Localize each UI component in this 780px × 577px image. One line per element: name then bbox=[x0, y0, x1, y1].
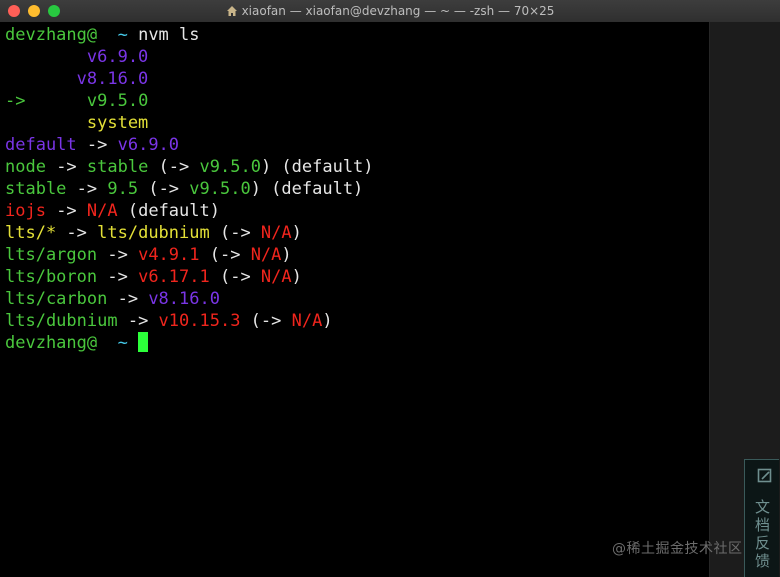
terminal-text: -> bbox=[76, 135, 118, 155]
title-bar[interactable]: xiaofan — xiaofan@devzhang — ~ — -zsh — … bbox=[0, 0, 780, 23]
terminal-line: v8.16.0 bbox=[5, 68, 374, 90]
terminal-text: (-> bbox=[209, 223, 261, 243]
terminal-text: (-> bbox=[199, 245, 251, 265]
prompt-directory: ~ bbox=[97, 333, 139, 353]
terminal-text: ) bbox=[322, 311, 333, 331]
terminal-text: ~ bbox=[97, 25, 139, 45]
terminal-text: v10.15.3 bbox=[158, 311, 241, 331]
terminal-line: default -> v6.9.0 bbox=[5, 134, 374, 156]
terminal-text: (default) bbox=[117, 201, 220, 221]
terminal-text: lts/* bbox=[5, 223, 57, 243]
terminal-text: v6.9.0 bbox=[5, 47, 149, 67]
terminal-text: N/A bbox=[250, 245, 282, 265]
terminal-text: v8.16.0 bbox=[148, 289, 220, 309]
terminal-text: (-> bbox=[209, 267, 261, 287]
prompt-user: devzhang@ bbox=[5, 333, 98, 353]
terminal-text: v9.5.0 bbox=[189, 179, 251, 199]
feedback-widget[interactable]: 文档反馈 bbox=[744, 459, 779, 577]
terminal-text: lts/boron bbox=[5, 267, 98, 287]
terminal-text: ) (default) bbox=[250, 179, 364, 199]
terminal-window: xiaofan — xiaofan@devzhang — ~ — -zsh — … bbox=[0, 0, 780, 577]
terminal-line: lts/boron -> v6.17.1 (-> N/A) bbox=[5, 266, 374, 288]
terminal-text: v6.9.0 bbox=[117, 135, 180, 155]
feedback-label: 文档反馈 bbox=[755, 498, 771, 570]
terminal-text: N/A bbox=[260, 267, 292, 287]
prompt-line[interactable]: devzhang@ ~ bbox=[5, 332, 374, 354]
terminal-line: -> v9.5.0 bbox=[5, 90, 374, 112]
terminal-line: lts/* -> lts/dubnium (-> N/A) bbox=[5, 222, 374, 244]
terminal-text: nvm ls bbox=[138, 25, 200, 45]
terminal-text: stable bbox=[5, 179, 67, 199]
terminal-line: stable -> 9.5 (-> v9.5.0) (default) bbox=[5, 178, 374, 200]
terminal-text: v9.5.0 bbox=[25, 91, 149, 111]
terminal-text: iojs bbox=[5, 201, 46, 221]
terminal-text: ) bbox=[291, 267, 302, 287]
terminal-text: lts/dubnium bbox=[97, 223, 210, 243]
home-icon bbox=[226, 6, 237, 16]
window-title-container: xiaofan — xiaofan@devzhang — ~ — -zsh — … bbox=[0, 0, 780, 22]
terminal-text: (-> bbox=[148, 157, 200, 177]
terminal-text: lts/dubnium bbox=[5, 311, 118, 331]
terminal-text: system bbox=[5, 113, 149, 133]
terminal-text: (-> bbox=[138, 179, 190, 199]
terminal-text: -> bbox=[66, 179, 108, 199]
terminal-text: N/A bbox=[260, 223, 292, 243]
watermark: @稀土掘金技术社区 bbox=[612, 541, 743, 557]
terminal-output[interactable]: devzhang@ ~ nvm ls v6.9.0 v8.16.0 -> v9.5… bbox=[0, 22, 709, 577]
terminal-text: devzhang@ bbox=[5, 25, 98, 45]
terminal-text: ) (default) bbox=[260, 157, 374, 177]
window-title: xiaofan — xiaofan@devzhang — ~ — -zsh — … bbox=[241, 4, 555, 18]
terminal-text: 9.5 bbox=[107, 179, 139, 199]
terminal-lines: devzhang@ ~ nvm ls v6.9.0 v8.16.0 -> v9.5… bbox=[5, 24, 374, 354]
terminal-text: (-> bbox=[240, 311, 292, 331]
terminal-text: v4.9.1 bbox=[138, 245, 200, 265]
terminal-text: stable bbox=[86, 157, 149, 177]
terminal-line: node -> stable (-> v9.5.0) (default) bbox=[5, 156, 374, 178]
terminal-line: v6.9.0 bbox=[5, 46, 374, 68]
terminal-text: -> bbox=[117, 311, 159, 331]
terminal-text: lts/argon bbox=[5, 245, 98, 265]
terminal-text: N/A bbox=[291, 311, 323, 331]
terminal-line: lts/carbon -> v8.16.0 bbox=[5, 288, 374, 310]
terminal-text: ) bbox=[291, 223, 302, 243]
terminal-text: node bbox=[5, 157, 46, 177]
terminal-text: -> bbox=[97, 245, 139, 265]
terminal-text: ) bbox=[281, 245, 292, 265]
terminal-line: iojs -> N/A (default) bbox=[5, 200, 374, 222]
terminal-line: lts/dubnium -> v10.15.3 (-> N/A) bbox=[5, 310, 374, 332]
terminal-text: v8.16.0 bbox=[5, 69, 149, 89]
terminal-line: devzhang@ ~ nvm ls bbox=[5, 24, 374, 46]
terminal-line: lts/argon -> v4.9.1 (-> N/A) bbox=[5, 244, 374, 266]
terminal-line: system bbox=[5, 112, 374, 134]
terminal-text: -> bbox=[5, 91, 26, 111]
terminal-text: -> bbox=[56, 223, 98, 243]
terminal-text: N/A bbox=[86, 201, 118, 221]
terminal-text: -> bbox=[45, 201, 87, 221]
text-cursor[interactable] bbox=[138, 332, 149, 352]
terminal-text: v9.5.0 bbox=[199, 157, 261, 177]
terminal-text: default bbox=[5, 135, 77, 155]
feedback-icon bbox=[757, 468, 772, 483]
terminal-text: -> bbox=[97, 267, 139, 287]
terminal-text: lts/carbon bbox=[5, 289, 108, 309]
terminal-text: -> bbox=[45, 157, 87, 177]
terminal-text: -> bbox=[107, 289, 149, 309]
terminal-text: v6.17.1 bbox=[138, 267, 210, 287]
